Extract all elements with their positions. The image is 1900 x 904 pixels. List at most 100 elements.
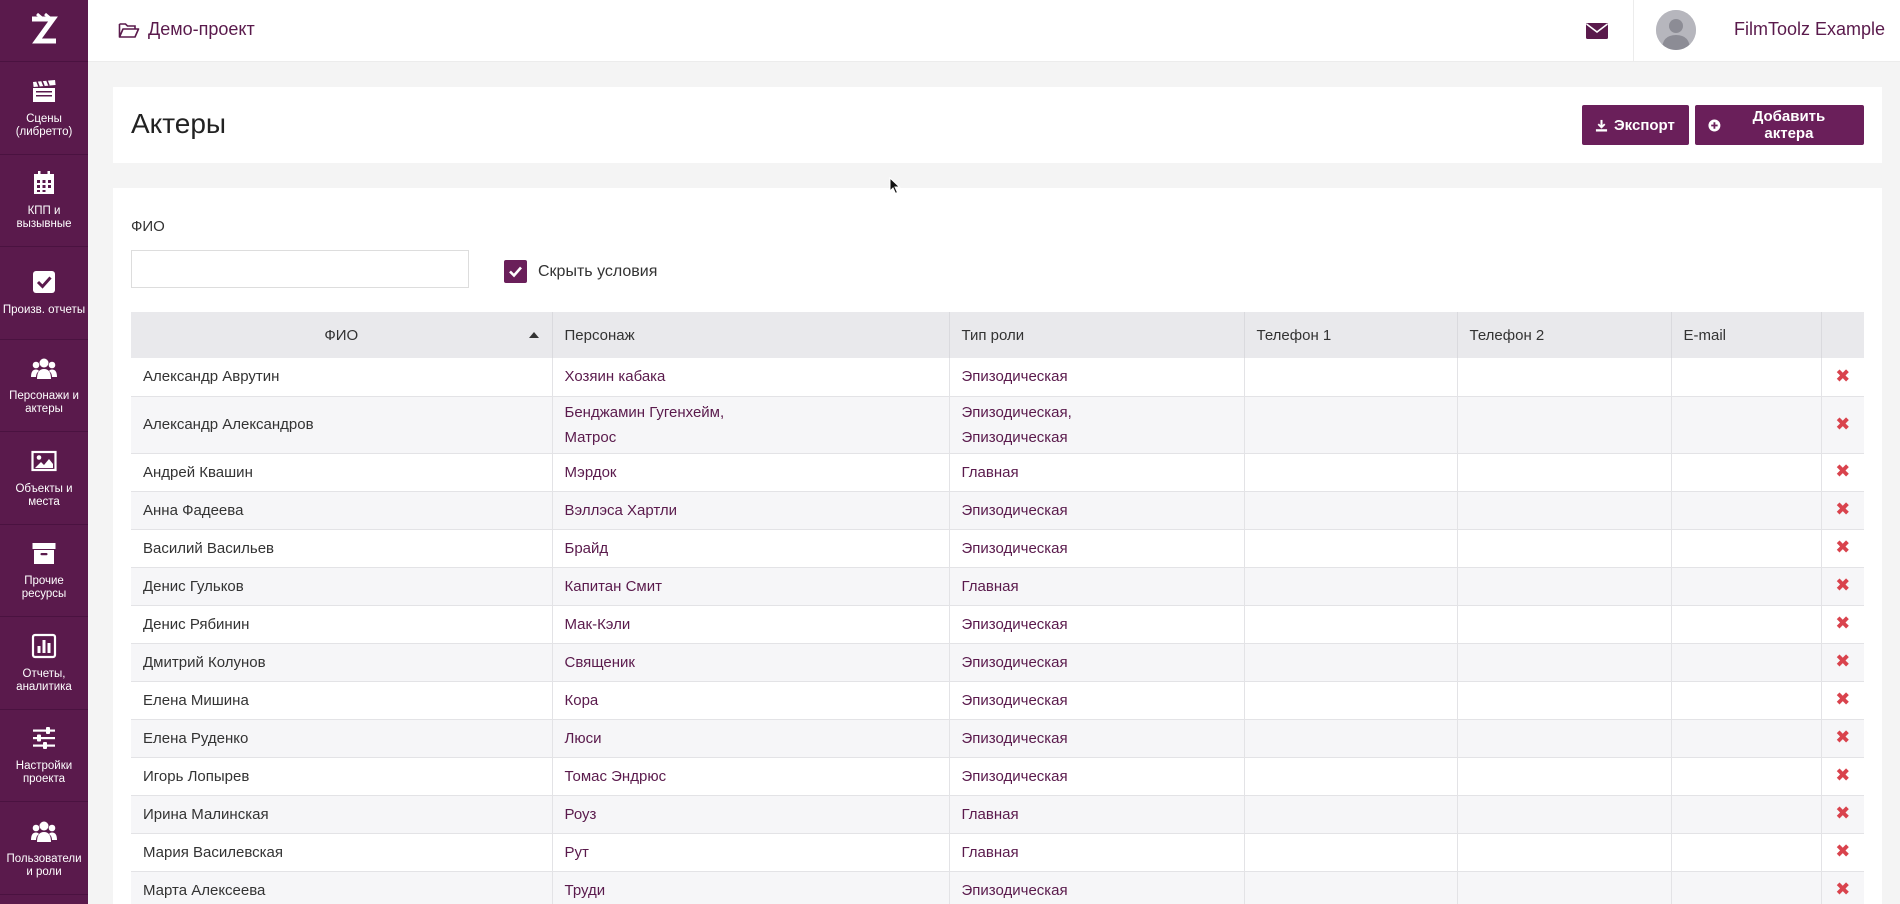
character-link[interactable]: Бенджамин Гугенхейм, — [565, 404, 725, 421]
column-header-email[interactable]: E-mail — [1671, 312, 1822, 358]
avatar[interactable] — [1656, 10, 1696, 50]
delete-icon[interactable]: ✖ — [1835, 366, 1850, 386]
role-type-link[interactable]: Эпизодическая, — [962, 404, 1072, 421]
delete-icon[interactable]: ✖ — [1835, 613, 1850, 633]
project-selector[interactable]: Демо-проект — [118, 19, 255, 40]
messages-button[interactable] — [1582, 18, 1612, 44]
column-header-name[interactable]: ФИО — [131, 312, 553, 358]
delete-icon[interactable]: ✖ — [1835, 841, 1850, 861]
delete-icon[interactable]: ✖ — [1835, 803, 1850, 823]
sidebar-item-objects[interactable]: Объекты и места — [0, 432, 88, 525]
character-link[interactable]: Капитан Смит — [565, 578, 662, 595]
table-row[interactable]: Александр Аврутин Хозяин кабака Эпизодичес… — [131, 358, 1864, 397]
sliders-icon — [33, 727, 55, 750]
character-link[interactable]: Брайд — [565, 540, 609, 557]
name-filter-input[interactable] — [131, 250, 469, 288]
table-row[interactable]: Александр Александров Бенджамин Гугенхейм… — [131, 396, 1864, 454]
delete-icon[interactable]: ✖ — [1835, 727, 1850, 747]
role-type-link[interactable]: Эпизодическая — [962, 429, 1068, 446]
character-cell: Брайд — [552, 529, 950, 568]
role-type-link[interactable]: Эпизодическая — [962, 730, 1068, 747]
app-logo[interactable] — [0, 0, 88, 62]
actor-name-cell[interactable]: Денис Рябинин — [131, 605, 553, 644]
delete-icon[interactable]: ✖ — [1835, 689, 1850, 709]
actor-name-cell[interactable]: Александр Аврутин — [131, 358, 553, 397]
role-type-link[interactable]: Эпизодическая — [962, 368, 1068, 385]
actor-name-cell[interactable]: Ирина Малинская — [131, 795, 553, 834]
table-row[interactable]: Дмитрий Колунов Священик Эпизодическая ✖ — [131, 643, 1864, 682]
delete-icon[interactable]: ✖ — [1835, 651, 1850, 671]
table-row[interactable]: Денис Гульков Капитан Смит Главная ✖ — [131, 567, 1864, 606]
character-link[interactable]: Роуз — [565, 806, 597, 823]
sidebar-item-characters[interactable]: Персонажи и актеры — [0, 340, 88, 432]
export-button[interactable]: Экспорт — [1582, 105, 1689, 145]
sidebar-item-calls[interactable]: КПП и вызывные — [0, 155, 88, 247]
role-type-link[interactable]: Эпизодическая — [962, 616, 1068, 633]
sidebar-item-users[interactable]: Пользователи и роли — [0, 802, 88, 895]
role-type-link[interactable]: Эпизодическая — [962, 654, 1068, 671]
role-type-link[interactable]: Главная — [962, 844, 1019, 861]
delete-icon[interactable]: ✖ — [1835, 499, 1850, 519]
delete-icon[interactable]: ✖ — [1835, 575, 1850, 595]
table-row[interactable]: Елена Руденко Люси Эпизодическая ✖ — [131, 719, 1864, 758]
column-header-phone1[interactable]: Телефон 1 — [1244, 312, 1458, 358]
actor-name-cell[interactable]: Андрей Квашин — [131, 453, 553, 492]
user-name[interactable]: FilmToolz Example — [1734, 19, 1885, 40]
delete-icon[interactable]: ✖ — [1835, 879, 1850, 899]
hide-conditions-checkbox[interactable] — [504, 260, 527, 283]
column-header-phone2[interactable]: Телефон 2 — [1457, 312, 1672, 358]
actor-name-cell[interactable]: Мария Василевская — [131, 833, 553, 872]
character-link[interactable]: Хозяин кабака — [565, 368, 666, 385]
actor-name-cell[interactable]: Елена Мишина — [131, 681, 553, 720]
hide-conditions-toggle[interactable]: Скрыть условия — [504, 260, 657, 283]
actor-name-cell[interactable]: Анна Фадеева — [131, 491, 553, 530]
actor-name-cell[interactable]: Елена Руденко — [131, 719, 553, 758]
sidebar-item-scenes[interactable]: Сцены (либретто) — [0, 62, 88, 155]
column-header-role-type[interactable]: Тип роли — [949, 312, 1245, 358]
table-row[interactable]: Игорь Лопырев Томас Эндрюс Эпизодическая ✖ — [131, 757, 1864, 796]
role-type-link[interactable]: Эпизодическая — [962, 692, 1068, 709]
role-type-link[interactable]: Эпизодическая — [962, 768, 1068, 785]
table-row[interactable]: Андрей Квашин Мэрдок Главная ✖ — [131, 453, 1864, 492]
delete-icon[interactable]: ✖ — [1835, 537, 1850, 557]
role-type-link[interactable]: Эпизодическая — [962, 882, 1068, 899]
character-link[interactable]: Вэллэса Хартли — [565, 502, 678, 519]
actor-name-cell[interactable]: Дмитрий Колунов — [131, 643, 553, 682]
character-link[interactable]: Труди — [565, 882, 606, 899]
character-link[interactable]: Томас Эндрюс — [565, 768, 667, 785]
role-type-link[interactable]: Главная — [962, 806, 1019, 823]
role-type-link[interactable]: Эпизодическая — [962, 540, 1068, 557]
table-row[interactable]: Василий Васильев Брайд Эпизодическая ✖ — [131, 529, 1864, 568]
role-type-link[interactable]: Эпизодическая — [962, 502, 1068, 519]
role-type-link[interactable]: Главная — [962, 578, 1019, 595]
actor-name-cell[interactable]: Василий Васильев — [131, 529, 553, 568]
character-link[interactable]: Матрос — [565, 429, 617, 446]
actor-name-cell[interactable]: Александр Александров — [131, 396, 553, 454]
actor-name-cell[interactable]: Игорь Лопырев — [131, 757, 553, 796]
add-actor-button[interactable]: Добавить актера — [1695, 105, 1864, 145]
character-link[interactable]: Мак-Кэли — [565, 616, 631, 633]
character-link[interactable]: Люси — [565, 730, 602, 747]
table-row[interactable]: Анна Фадеева Вэллэса Хартли Эпизодическая ✖ — [131, 491, 1864, 530]
sidebar-item-resources[interactable]: Прочие ресурсы — [0, 525, 88, 617]
actor-name-cell[interactable]: Марта Алексеева — [131, 871, 553, 904]
character-link[interactable]: Священик — [565, 654, 636, 671]
sidebar-item-analytics[interactable]: Отчеты, аналитика — [0, 617, 88, 710]
character-link[interactable]: Рут — [565, 844, 589, 861]
table-row[interactable]: Денис Рябинин Мак-Кэли Эпизодическая ✖ — [131, 605, 1864, 644]
delete-icon[interactable]: ✖ — [1835, 765, 1850, 785]
character-link[interactable]: Мэрдок — [565, 464, 617, 481]
sidebar-item-reports[interactable]: Произв. отчеты — [0, 247, 88, 340]
actor-name-cell[interactable]: Денис Гульков — [131, 567, 553, 606]
table-row[interactable]: Мария Василевская Рут Главная ✖ — [131, 833, 1864, 872]
table-row[interactable]: Марта Алексеева Труди Эпизодическая ✖ — [131, 871, 1864, 904]
sidebar-item-settings[interactable]: Настройки проекта — [0, 710, 88, 802]
delete-icon[interactable]: ✖ — [1835, 461, 1850, 481]
table-row[interactable]: Ирина Малинская Роуз Главная ✖ — [131, 795, 1864, 834]
column-header-character[interactable]: Персонаж — [552, 312, 950, 358]
hide-conditions-label: Скрыть условия — [538, 262, 658, 280]
character-link[interactable]: Кора — [565, 692, 599, 709]
table-row[interactable]: Елена Мишина Кора Эпизодическая ✖ — [131, 681, 1864, 720]
role-type-link[interactable]: Главная — [962, 464, 1019, 481]
delete-icon[interactable]: ✖ — [1835, 414, 1850, 434]
